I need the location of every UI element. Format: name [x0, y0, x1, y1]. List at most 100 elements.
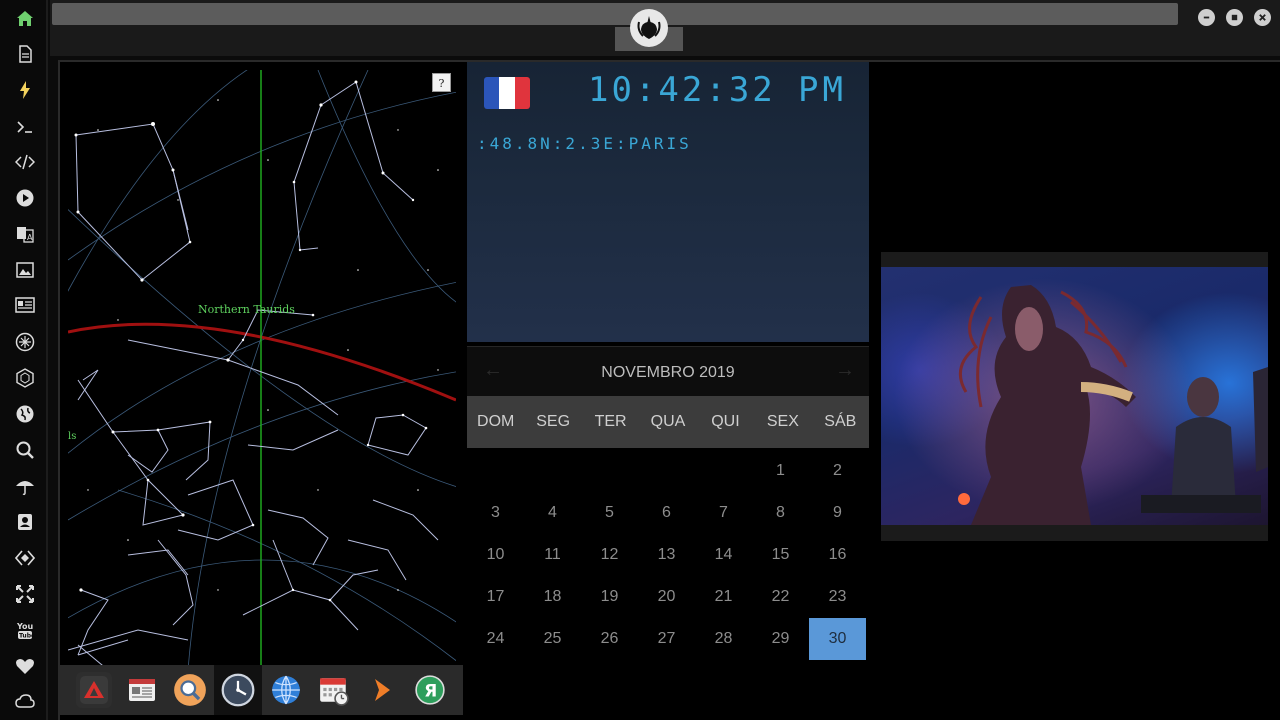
calendar-day-selected[interactable]: 30 — [809, 618, 866, 660]
news-app-icon[interactable] — [124, 672, 160, 708]
youtube-icon[interactable]: You Tube — [12, 617, 38, 643]
weekday-label: TER — [594, 413, 627, 430]
video-player[interactable] — [881, 267, 1268, 525]
close-button[interactable] — [1254, 9, 1271, 26]
flag-stripe-blue — [484, 77, 500, 109]
app-dock: Я — [60, 665, 463, 715]
calendar-day[interactable]: 3 — [467, 492, 524, 534]
calendar-day[interactable]: 4 — [524, 492, 581, 534]
clock-app-icon[interactable] — [220, 672, 256, 708]
translate-icon[interactable]: A — [12, 221, 38, 247]
concert-video-frame — [958, 285, 1268, 525]
heart-icon[interactable] — [12, 653, 38, 679]
calendar-app-icon[interactable] — [316, 672, 352, 708]
calendar-day[interactable]: 12 — [581, 534, 638, 576]
calendar-month-title: NOVEMBRO 2019 — [601, 364, 735, 381]
calendar-day[interactable]: 19 — [581, 576, 638, 618]
expand-icon[interactable] — [12, 581, 38, 607]
yandex-app-icon[interactable]: Я — [412, 672, 448, 708]
next-month-button[interactable]: → — [835, 359, 855, 382]
transfer-icon[interactable] — [12, 545, 38, 571]
calendar-blank-cell — [638, 450, 695, 492]
calendar-day[interactable]: 6 — [638, 492, 695, 534]
calendar-day[interactable]: 1 — [752, 450, 809, 492]
calendar-day[interactable]: 23 — [809, 576, 866, 618]
title-field[interactable] — [52, 3, 1178, 25]
flag-stripe-red — [514, 77, 530, 109]
play-icon[interactable] — [12, 185, 38, 211]
news-icon[interactable] — [12, 292, 38, 318]
home-icon[interactable] — [12, 6, 38, 32]
calendar-blank-cell — [467, 450, 524, 492]
hexagon-icon[interactable] — [12, 365, 38, 391]
calendar-day[interactable]: 27 — [638, 618, 695, 660]
calendar-day[interactable]: 24 — [467, 618, 524, 660]
weekday-label: SEX — [766, 413, 799, 430]
stars — [74, 80, 439, 602]
weekday-header: DOM SEG TER QUA QUI SEX SÁB — [467, 396, 869, 448]
edge-label: ls — [68, 431, 76, 442]
calendar-day-grid: 1 2 3 4 5 6 7 8 9 10 11 12 13 14 15 16 17 18 19 20 21 22 23 24 2… — [467, 450, 869, 660]
calendar-day[interactable]: 8 — [752, 492, 809, 534]
flag-stripe-white — [499, 77, 515, 109]
weekday-label: SÁB — [824, 413, 857, 430]
calendar-day[interactable]: 21 — [695, 576, 752, 618]
arrow-app-icon[interactable] — [364, 672, 400, 708]
document-icon[interactable] — [12, 41, 38, 67]
maximize-button[interactable] — [1226, 9, 1243, 26]
rebel-alliance-icon[interactable] — [630, 9, 668, 47]
calendar-header: ← NOVEMBRO 2019 → — [467, 346, 869, 396]
calendar-blank-cell — [524, 450, 581, 492]
desktop: A You Tube Northern Taurids ls ? Я 10:42… — [0, 0, 1280, 720]
code-icon[interactable] — [12, 149, 38, 175]
search-app-icon[interactable] — [172, 672, 208, 708]
image-icon[interactable] — [12, 257, 38, 283]
search-icon[interactable] — [12, 437, 38, 463]
calendar-day[interactable]: 16 — [809, 534, 866, 576]
lightning-icon[interactable] — [12, 77, 38, 103]
window-titlebar — [50, 0, 1280, 56]
umbrella-icon[interactable] — [12, 473, 38, 499]
calendar-day[interactable]: 2 — [809, 450, 866, 492]
calendar-day[interactable]: 26 — [581, 618, 638, 660]
globe-app-icon[interactable] — [268, 672, 304, 708]
calendar-blank-cell — [695, 450, 752, 492]
calendar-day[interactable]: 17 — [467, 576, 524, 618]
calendar-blank-cell — [581, 450, 638, 492]
star-map[interactable]: Northern Taurids ls — [68, 70, 456, 670]
help-button[interactable]: ? — [432, 73, 451, 92]
star-map-canvas: Northern Taurids ls — [68, 70, 456, 670]
clock-time: 10:42:32 — [588, 70, 776, 110]
calendar-day[interactable]: 5 — [581, 492, 638, 534]
weekday-label: QUI — [711, 413, 740, 430]
calendar-day[interactable]: 11 — [524, 534, 581, 576]
calendar-day[interactable]: 14 — [695, 534, 752, 576]
calendar-widget: ← NOVEMBRO 2019 → DOM SEG TER QUA QUI SE… — [467, 346, 869, 716]
minimize-button[interactable] — [1198, 9, 1215, 26]
sidebar: A You Tube — [0, 0, 48, 720]
calendar-day[interactable]: 25 — [524, 618, 581, 660]
globe-icon[interactable] — [12, 401, 38, 427]
calendar-day[interactable]: 10 — [467, 534, 524, 576]
clock-location: :48.8N:2.3E:PARIS — [477, 134, 692, 153]
calendar-day[interactable]: 20 — [638, 576, 695, 618]
calendar-day[interactable]: 29 — [752, 618, 809, 660]
calendar-day[interactable]: 7 — [695, 492, 752, 534]
meteor-shower-label: Northern Taurids — [198, 303, 295, 316]
france-flag-icon — [484, 77, 530, 109]
calendar-day[interactable]: 22 — [752, 576, 809, 618]
weekday-label: SEG — [536, 413, 571, 430]
cloud-icon[interactable] — [12, 689, 38, 715]
calendar-day[interactable]: 28 — [695, 618, 752, 660]
contact-icon[interactable] — [12, 509, 38, 535]
calendar-day[interactable]: 18 — [524, 576, 581, 618]
terminal-icon[interactable] — [12, 114, 38, 140]
svg-text:You: You — [16, 622, 34, 631]
calendar-day[interactable]: 15 — [752, 534, 809, 576]
celestial-grid — [68, 70, 456, 670]
red-triangle-app-icon[interactable] — [76, 672, 112, 708]
calendar-day[interactable]: 9 — [809, 492, 866, 534]
rebel-icon[interactable] — [12, 329, 38, 355]
weekday-label: DOM — [477, 413, 515, 430]
calendar-day[interactable]: 13 — [638, 534, 695, 576]
